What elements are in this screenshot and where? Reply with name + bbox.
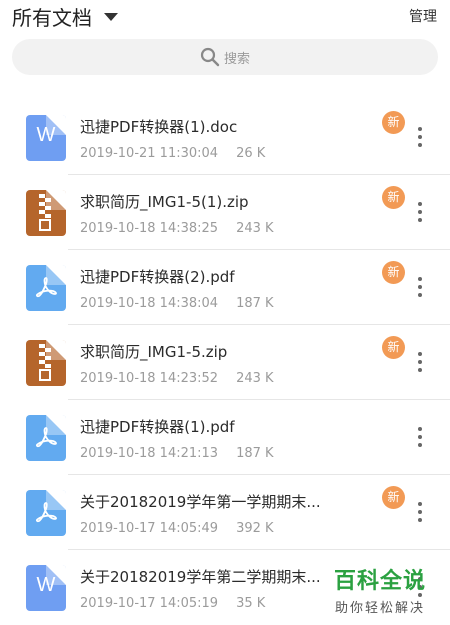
file-name: 求职简历_IMG1-5(1).zip bbox=[80, 193, 249, 211]
more-options-icon[interactable] bbox=[414, 202, 426, 222]
zip-file-icon bbox=[26, 340, 66, 386]
pdf-file-icon bbox=[26, 415, 66, 461]
file-meta: 2019-10-17 14:05:49 392 K bbox=[80, 521, 274, 536]
file-row[interactable]: 关于20182019学年第一学期期末... 2019-10-17 14:05:49… bbox=[0, 475, 450, 550]
more-options-icon[interactable] bbox=[414, 277, 426, 297]
file-size: 187 K bbox=[236, 446, 274, 461]
new-badge: 新 bbox=[382, 261, 405, 284]
file-date: 2019-10-18 14:38:04 bbox=[80, 296, 219, 311]
folder-selector[interactable]: 所有文档 bbox=[12, 2, 118, 31]
file-date: 2019-10-17 14:05:49 bbox=[80, 521, 219, 536]
file-name: 关于20182019学年第二学期期末... bbox=[80, 568, 321, 586]
file-name: 迅捷PDF转换器(1).pdf bbox=[80, 418, 235, 436]
file-list: W 迅捷PDF转换器(1).doc 2019-10-21 11:30:04 26 K 新… bbox=[0, 100, 450, 625]
zip-file-icon bbox=[26, 190, 66, 236]
doc-file-icon: W bbox=[26, 565, 66, 611]
file-size: 392 K bbox=[236, 521, 274, 536]
watermark-subtitle: 助你轻松解决 bbox=[334, 601, 425, 616]
search-placeholder: 搜索 bbox=[223, 51, 250, 67]
new-badge: 新 bbox=[382, 186, 405, 209]
file-date: 2019-10-17 14:05:19 bbox=[80, 596, 219, 611]
file-name: 求职简历_IMG1-5.zip bbox=[80, 343, 228, 361]
page-title: 所有文档 bbox=[12, 6, 92, 30]
file-meta: 2019-10-18 14:38:25 243 K bbox=[80, 221, 274, 236]
manage-button[interactable]: 管理 bbox=[409, 6, 437, 26]
more-options-icon[interactable] bbox=[414, 427, 426, 447]
file-name: 迅捷PDF转换器(2).pdf bbox=[80, 268, 235, 286]
file-size: 187 K bbox=[236, 296, 274, 311]
file-date: 2019-10-18 14:38:25 bbox=[80, 221, 219, 236]
new-badge: 新 bbox=[382, 336, 405, 359]
file-meta: 2019-10-18 14:23:52 243 K bbox=[80, 371, 274, 386]
file-name: 关于20182019学年第一学期期末... bbox=[80, 493, 321, 511]
file-row[interactable]: 求职简历_IMG1-5.zip 2019-10-18 14:23:52 243 K 新 bbox=[0, 325, 450, 400]
dropdown-caret-icon bbox=[104, 12, 118, 21]
file-meta: 2019-10-18 14:38:04 187 K bbox=[80, 296, 274, 311]
pdf-file-icon bbox=[26, 265, 66, 311]
file-row[interactable]: W 迅捷PDF转换器(1).doc 2019-10-21 11:30:04 26 K 新 bbox=[0, 100, 450, 175]
header: 所有文档 管理 bbox=[0, 0, 450, 34]
watermark-logo: 百科全说 助你轻松解决 bbox=[320, 563, 440, 621]
pdf-file-icon bbox=[26, 490, 66, 536]
file-date: 2019-10-21 11:30:04 bbox=[80, 146, 219, 161]
file-size: 26 K bbox=[236, 146, 266, 161]
file-meta: 2019-10-18 14:21:13 187 K bbox=[80, 446, 274, 461]
file-date: 2019-10-18 14:21:13 bbox=[80, 446, 219, 461]
more-options-icon[interactable] bbox=[414, 127, 426, 147]
file-row[interactable]: 求职简历_IMG1-5(1).zip 2019-10-18 14:38:25 243… bbox=[0, 175, 450, 250]
file-row[interactable]: 迅捷PDF转换器(1).pdf 2019-10-18 14:21:13 187 K bbox=[0, 400, 450, 475]
new-badge: 新 bbox=[382, 111, 405, 134]
search-icon bbox=[200, 47, 220, 67]
file-size: 243 K bbox=[236, 371, 274, 386]
file-meta: 2019-10-21 11:30:04 26 K bbox=[80, 146, 265, 161]
watermark-title: 百科全说 bbox=[333, 569, 426, 594]
file-row[interactable]: 迅捷PDF转换器(2).pdf 2019-10-18 14:38:04 187 K 新 bbox=[0, 250, 450, 325]
file-size: 243 K bbox=[236, 221, 274, 236]
more-options-icon[interactable] bbox=[414, 502, 426, 522]
file-size: 35 K bbox=[236, 596, 266, 611]
doc-file-icon: W bbox=[26, 115, 66, 161]
file-date: 2019-10-18 14:23:52 bbox=[80, 371, 219, 386]
more-options-icon[interactable] bbox=[414, 352, 426, 372]
search-bar[interactable]: 搜索 bbox=[12, 39, 438, 75]
file-name: 迅捷PDF转换器(1).doc bbox=[80, 118, 238, 136]
file-meta: 2019-10-17 14:05:19 35 K bbox=[80, 596, 265, 611]
new-badge: 新 bbox=[382, 486, 405, 509]
